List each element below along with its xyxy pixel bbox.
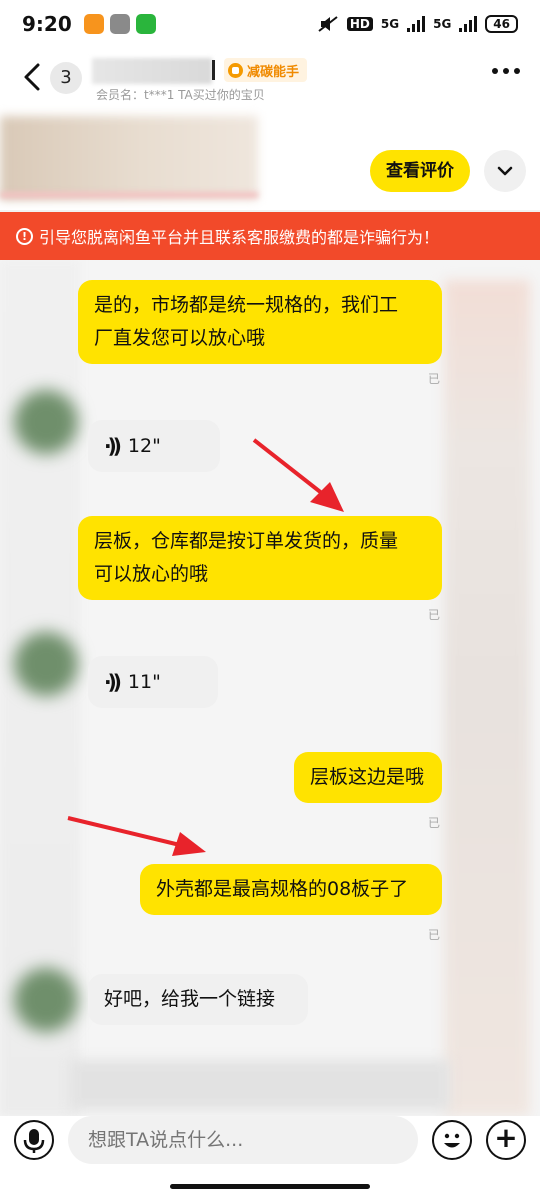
app-icon (109, 14, 130, 34)
status-time: 9:20 (22, 12, 72, 36)
signal-icon (407, 16, 426, 32)
message-bubble-sent[interactable]: 是的，市场都是统一规格的，我们工 厂直发您可以放心哦 (78, 280, 442, 364)
chevron-down-icon (497, 166, 513, 176)
message-text: 是的，市场都是统一规格的，我们工 (94, 294, 399, 316)
emoji-button[interactable] (432, 1120, 472, 1160)
item-image-redacted (0, 116, 258, 200)
message-text: 外壳都是最高规格的08板子了 (156, 878, 409, 900)
member-info: 会员名：t***1 TA买过你的宝贝 (96, 88, 265, 102)
contact-name-redacted (92, 58, 212, 84)
message-text: 可以放心的哦 (94, 563, 209, 585)
fraud-warning-banner: ! 引导您脱离闲鱼平台并且联系客服缴费的都是诈骗行为！ (0, 212, 540, 260)
message-input[interactable] (68, 1116, 418, 1164)
read-receipt: 已 (428, 928, 441, 942)
avatar (14, 390, 78, 454)
unread-count-badge[interactable]: 3 (50, 62, 82, 94)
network-label-a: 5G (380, 17, 400, 31)
mic-button[interactable] (14, 1120, 54, 1160)
item-price-redacted (0, 192, 258, 198)
message-text: 层板这边是哦 (310, 766, 425, 788)
annotation-arrow (252, 438, 344, 512)
redacted-region (444, 280, 530, 1116)
voice-wave-icon: ·)) (104, 433, 122, 458)
message-text: 层板，仓库都是按订单发货的，质量 (94, 530, 399, 552)
message-text: 厂直发您可以放心哦 (94, 327, 266, 349)
home-indicator[interactable] (170, 1184, 370, 1189)
carbon-badge-label: 减碳能手 (247, 64, 300, 80)
chat-messages[interactable]: 是的，市场都是统一规格的，我们工 厂直发您可以放心哦 已 ·)) 12" 层板，… (0, 260, 540, 1116)
mic-icon (23, 1129, 45, 1153)
chat-header: 3 减碳能手 会员名：t***1 TA买过你的宝贝 (0, 48, 540, 112)
annotation-arrow (67, 816, 206, 856)
signal-icon (459, 16, 478, 32)
status-bar: 9:20 HD 5G 5G 46 (0, 0, 540, 48)
message-bubble-received[interactable]: 好吧，给我一个链接 (88, 974, 308, 1025)
voice-message[interactable]: ·)) 11" (88, 656, 218, 708)
status-app-icons (83, 14, 156, 34)
mute-icon (318, 16, 338, 32)
voice-duration: 11" (127, 670, 161, 693)
status-indicators: HD 5G 5G 46 (317, 15, 518, 33)
more-icon[interactable] (492, 68, 520, 74)
wechat-icon (135, 14, 156, 34)
app-icon (83, 14, 104, 34)
battery-icon: 46 (485, 15, 518, 33)
back-icon[interactable] (20, 62, 46, 92)
message-bubble-sent[interactable]: 层板，仓库都是按订单发货的，质量 可以放心的哦 (78, 516, 442, 600)
hd-badge: HD (346, 17, 373, 31)
redacted-region (70, 1060, 450, 1110)
view-reviews-button[interactable]: 查看评价 (370, 150, 470, 192)
warning-text: 引导您脱离闲鱼平台并且联系客服缴费的都是诈骗行为！ (39, 228, 440, 247)
voice-wave-icon: ·)) (104, 669, 122, 694)
carbon-badge[interactable]: 减碳能手 (224, 58, 308, 82)
text-cursor (212, 60, 215, 80)
warning-icon: ! (16, 227, 33, 245)
voice-duration: 12" (127, 434, 161, 457)
avatar (14, 632, 78, 696)
expand-button[interactable] (484, 150, 526, 192)
read-receipt: 已 (428, 372, 441, 386)
network-label-b: 5G (433, 17, 452, 31)
carbon-icon (228, 62, 243, 78)
read-receipt: 已 (428, 608, 441, 622)
emoji-icon (444, 1133, 460, 1148)
plus-icon[interactable]: + (486, 1120, 526, 1160)
message-bubble-sent[interactable]: 层板这边是哦 (294, 752, 442, 803)
read-receipt: 已 (428, 816, 441, 830)
message-text: 好吧，给我一个链接 (104, 988, 276, 1010)
voice-message[interactable]: ·)) 12" (88, 420, 220, 472)
avatar (14, 968, 78, 1032)
message-bubble-sent[interactable]: 外壳都是最高规格的08板子了 (140, 864, 442, 915)
